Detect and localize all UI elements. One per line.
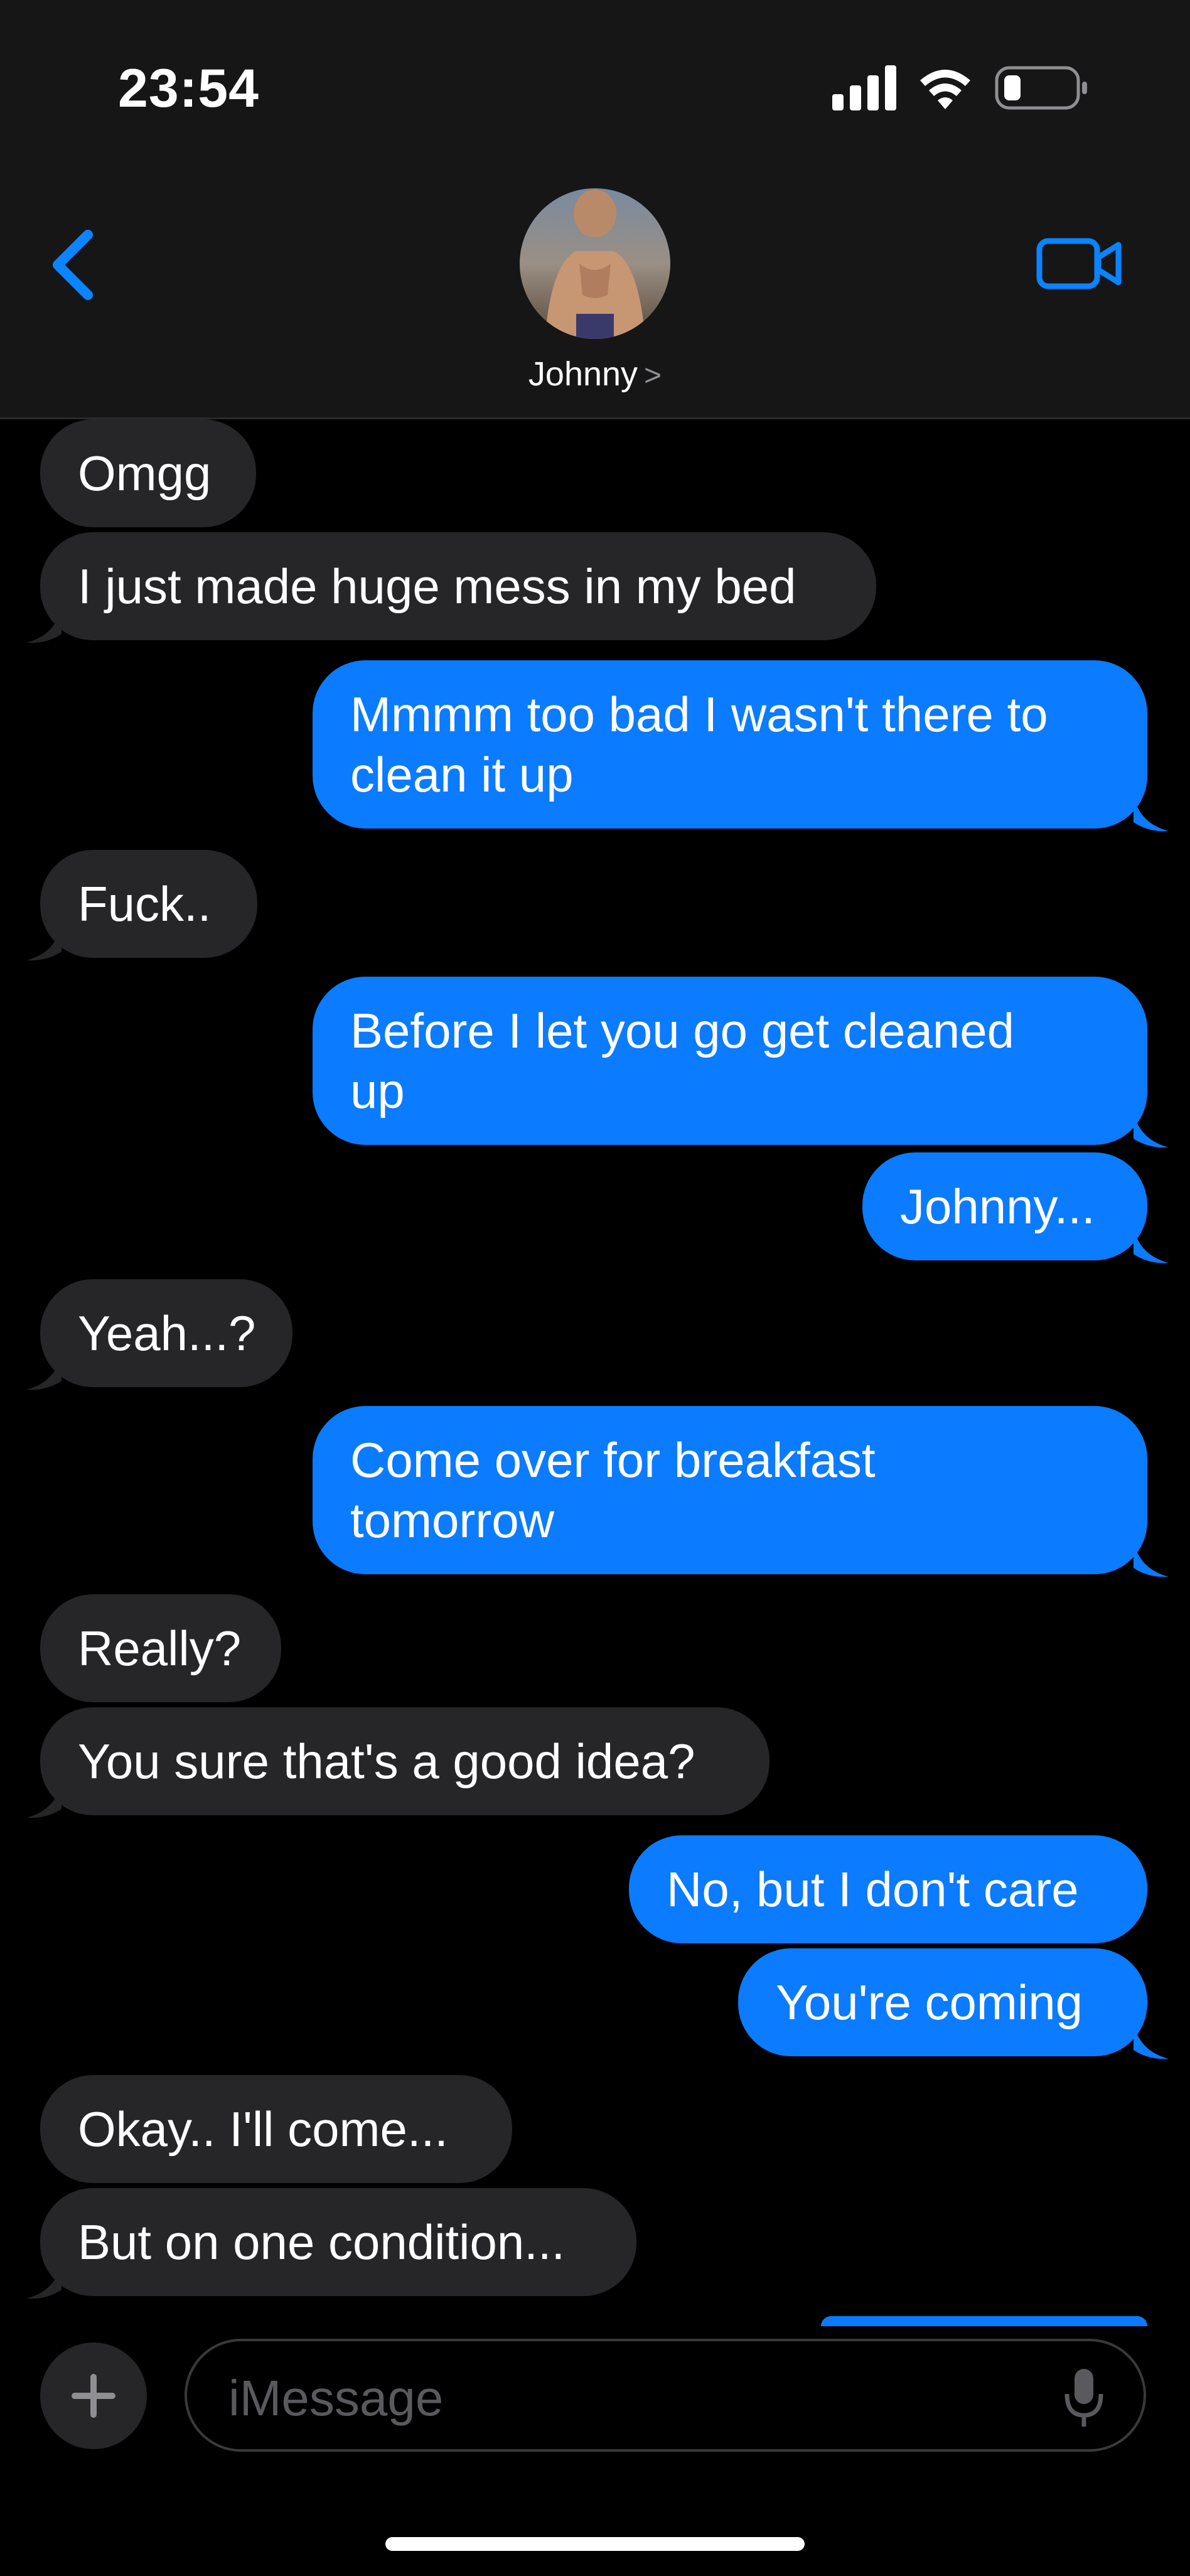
outgoing-message-bubble-partial bbox=[821, 2316, 1147, 2326]
bubble-tail bbox=[26, 608, 62, 643]
bubble-tail bbox=[26, 1355, 62, 1390]
add-attachment-button[interactable] bbox=[40, 2343, 147, 2449]
back-chevron-icon[interactable] bbox=[44, 227, 107, 303]
incoming-message-bubble[interactable]: Fuck.. bbox=[40, 850, 257, 958]
bubble-tail bbox=[26, 2263, 62, 2299]
incoming-message-bubble[interactable]: Okay.. I'll come... bbox=[40, 2075, 512, 2183]
contact-name-button[interactable]: Johnny > bbox=[0, 355, 1190, 394]
outgoing-message-bubble[interactable]: Mmmm too bad I wasn't there to clean it … bbox=[313, 660, 1147, 829]
battery-icon bbox=[995, 66, 1087, 110]
incoming-message-bubble[interactable]: Omgg bbox=[40, 419, 256, 527]
bubble-tail bbox=[1134, 1112, 1169, 1148]
contact-name: Johnny bbox=[528, 355, 638, 393]
contact-chevron-icon: > bbox=[644, 359, 662, 392]
avatar-photo bbox=[520, 188, 670, 339]
incoming-message-bubble[interactable]: Yeah...? bbox=[40, 1279, 292, 1387]
status-time: 23:54 bbox=[118, 58, 259, 119]
bubble-tail bbox=[1134, 2024, 1169, 2059]
contact-avatar[interactable] bbox=[520, 188, 670, 339]
microphone-icon[interactable] bbox=[1062, 2366, 1106, 2429]
bubble-tail bbox=[1134, 1542, 1169, 1577]
incoming-message-bubble[interactable]: I just made huge mess in my bed bbox=[40, 532, 876, 640]
video-call-icon[interactable] bbox=[1036, 232, 1123, 295]
bubble-tail bbox=[26, 925, 62, 961]
outgoing-message-bubble[interactable]: No, but I don't care bbox=[629, 1835, 1147, 1943]
bubble-tail bbox=[26, 1783, 62, 1818]
conversation-header: 23:54 Johnny > bbox=[0, 0, 1190, 419]
outgoing-message-bubble[interactable]: Come over for breakfast tomorrow bbox=[313, 1406, 1147, 1574]
outgoing-message-bubble[interactable]: Before I let you go get cleaned up bbox=[313, 977, 1147, 1145]
bubble-tail bbox=[1134, 796, 1169, 832]
imessage-input[interactable] bbox=[227, 2366, 1046, 2430]
outgoing-message-bubble[interactable]: Johnny... bbox=[862, 1152, 1147, 1260]
status-icons bbox=[832, 65, 1087, 110]
incoming-message-bubble[interactable]: But on one condition... bbox=[40, 2188, 636, 2296]
outgoing-message-bubble[interactable]: You're coming bbox=[738, 1948, 1147, 2056]
cellular-signal-icon bbox=[832, 65, 896, 110]
bubble-tail bbox=[1134, 1228, 1169, 1264]
home-indicator[interactable] bbox=[385, 2537, 805, 2551]
incoming-message-bubble[interactable]: You sure that's a good idea? bbox=[40, 1707, 769, 1815]
incoming-message-bubble[interactable]: Really? bbox=[40, 1594, 281, 1702]
message-composer[interactable] bbox=[185, 2339, 1146, 2452]
plus-icon bbox=[72, 2374, 115, 2418]
wifi-icon bbox=[920, 70, 970, 109]
